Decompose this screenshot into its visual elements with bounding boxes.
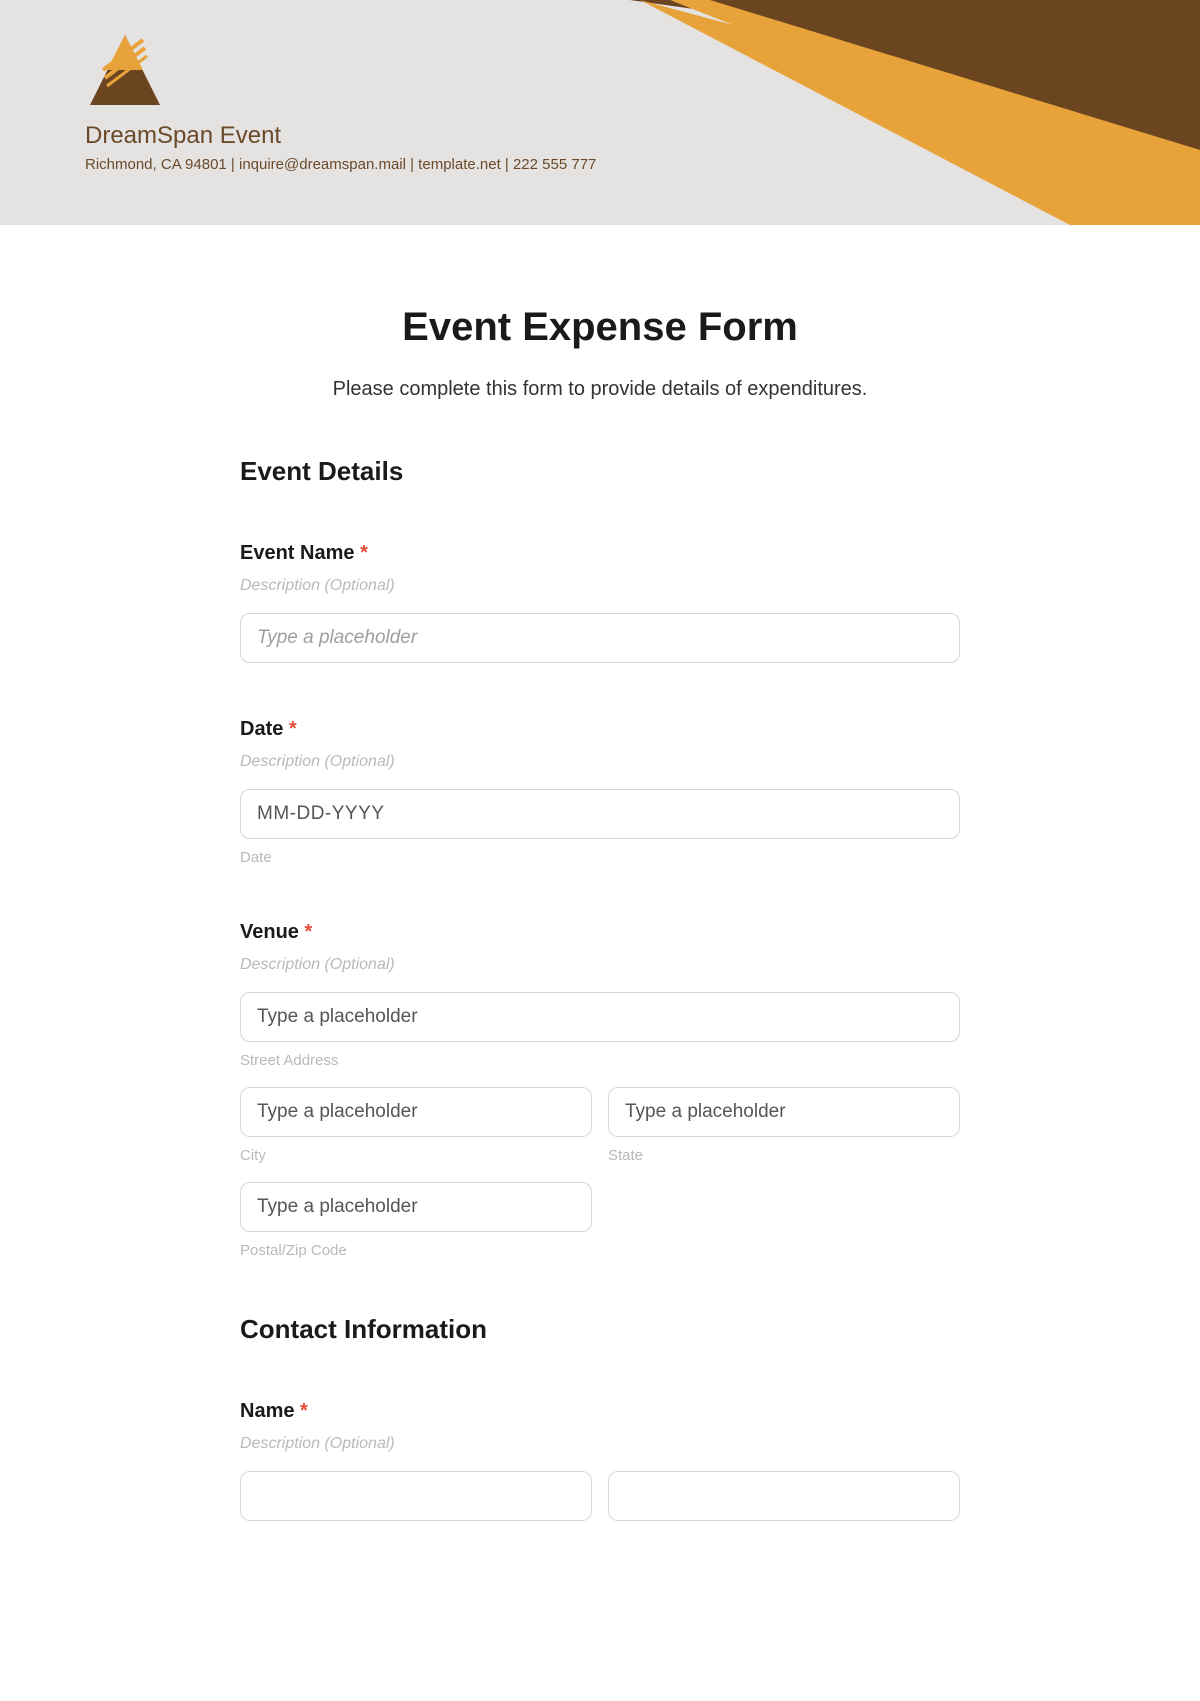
venue-zip-input[interactable] (240, 1182, 592, 1232)
date-label: Date * (240, 718, 960, 741)
field-name: Name * Description (Optional) (240, 1400, 960, 1521)
section-event-details: Event Details (240, 456, 960, 487)
event-name-input[interactable] (240, 613, 960, 663)
form-subtitle: Please complete this form to provide det… (240, 378, 960, 401)
date-input[interactable] (240, 789, 960, 839)
venue-state-sublabel: State (608, 1147, 960, 1164)
field-venue: Venue * Description (Optional) Street Ad… (240, 921, 960, 1259)
venue-city-input[interactable] (240, 1087, 592, 1137)
venue-zip-sublabel: Postal/Zip Code (240, 1242, 592, 1259)
required-marker: * (289, 718, 297, 740)
field-event-name: Event Name * Description (Optional) (240, 542, 960, 663)
venue-city-sublabel: City (240, 1147, 592, 1164)
venue-street-sublabel: Street Address (240, 1052, 960, 1069)
name-desc: Description (Optional) (240, 1435, 960, 1453)
venue-label: Venue * (240, 921, 960, 944)
form-content: Event Expense Form Please complete this … (240, 225, 960, 1581)
branding-block: DreamSpan Event Richmond, CA 94801 | inq… (85, 30, 596, 173)
venue-state-input[interactable] (608, 1087, 960, 1137)
name-label-text: Name (240, 1400, 294, 1422)
field-date: Date * Description (Optional) Date (240, 718, 960, 866)
date-desc: Description (Optional) (240, 753, 960, 771)
name-label: Name * (240, 1400, 960, 1423)
venue-street-input[interactable] (240, 992, 960, 1042)
event-name-desc: Description (Optional) (240, 577, 960, 595)
page-header: DreamSpan Event Richmond, CA 94801 | inq… (0, 0, 1200, 225)
header-decor (550, 0, 1200, 225)
venue-label-text: Venue (240, 921, 299, 943)
company-meta: Richmond, CA 94801 | inquire@dreamspan.m… (85, 156, 596, 173)
section-contact-info: Contact Information (240, 1314, 960, 1345)
form-title: Event Expense Form (240, 305, 960, 350)
date-label-text: Date (240, 718, 283, 740)
company-name: DreamSpan Event (85, 122, 596, 150)
required-marker: * (304, 921, 312, 943)
venue-desc: Description (Optional) (240, 956, 960, 974)
name-last-input[interactable] (608, 1471, 960, 1521)
company-logo-icon (85, 30, 165, 110)
name-first-input[interactable] (240, 1471, 592, 1521)
date-sublabel: Date (240, 849, 960, 866)
event-name-label-text: Event Name (240, 542, 355, 564)
required-marker: * (360, 542, 368, 564)
event-name-label: Event Name * (240, 542, 960, 565)
required-marker: * (300, 1400, 308, 1422)
